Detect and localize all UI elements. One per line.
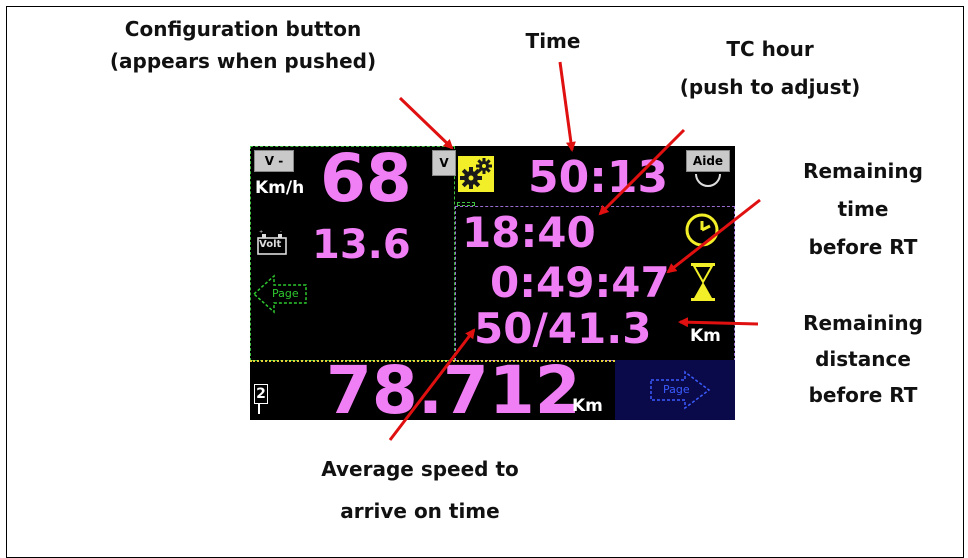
arrow-average-speed — [388, 328, 476, 441]
annotation-arrows — [388, 61, 761, 441]
arrow-remaining-time — [666, 198, 761, 274]
arrow-time — [558, 61, 576, 152]
arrow-tc-hour — [598, 128, 686, 216]
arrow-config — [398, 96, 454, 150]
arrow-remaining-distance — [678, 317, 759, 328]
